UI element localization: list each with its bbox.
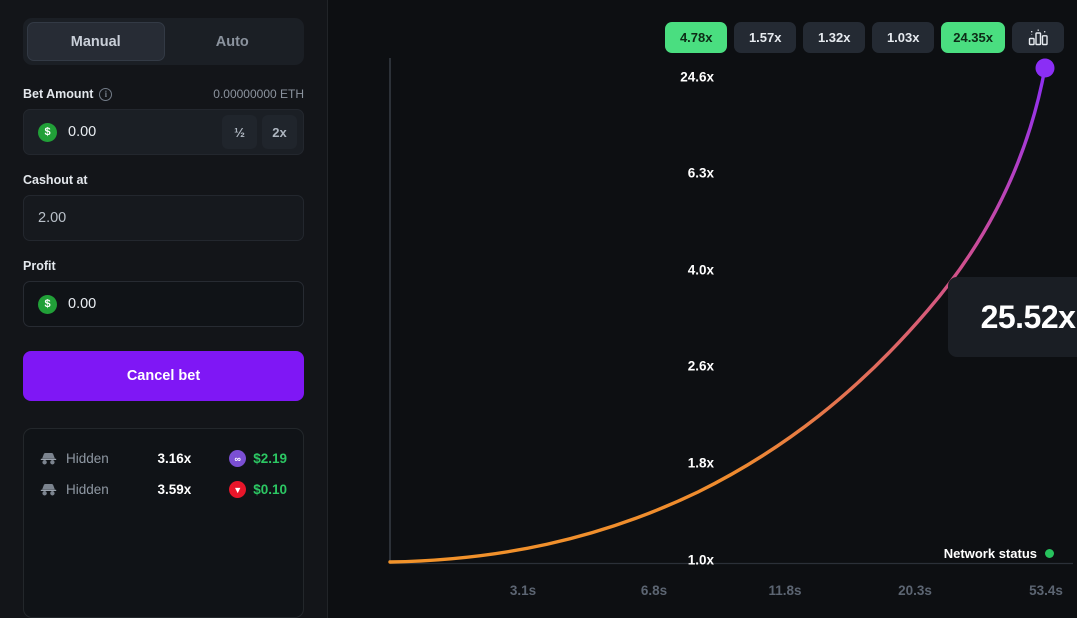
bet-user-cell: Hidden: [40, 482, 158, 497]
tron-coin-icon: ▼: [229, 481, 247, 498]
y-tick-5: 1.0x: [687, 552, 714, 568]
bet-multiplier: 3.16x: [157, 451, 192, 466]
tab-manual[interactable]: Manual: [27, 22, 165, 61]
bet-amount-modifiers: ½ 2x: [222, 115, 297, 149]
tab-auto-label: Auto: [215, 33, 249, 50]
curve-endpoint-dot: [1035, 58, 1055, 78]
y-tick-0: 24.6x: [680, 69, 714, 85]
network-status-label: Network status: [943, 546, 1037, 561]
current-multiplier-display: 25.52x: [948, 277, 1077, 357]
bet-amount-label-group: Bet Amount i: [23, 87, 113, 101]
bet-payout: $0.10: [253, 482, 287, 497]
bet-amount-label: Bet Amount: [23, 87, 94, 101]
incognito-icon: [40, 452, 57, 465]
tab-auto[interactable]: Auto: [165, 22, 301, 61]
x-tick-3: 20.3s: [898, 583, 932, 598]
bet-amount-cell: ∞ $2.19: [229, 450, 287, 467]
double-bet-button[interactable]: 2x: [262, 115, 297, 149]
crash-game-app: Manual Auto Bet Amount i 0.00000000 ETH …: [0, 0, 1077, 618]
halve-bet-button[interactable]: ½: [222, 115, 257, 149]
tab-manual-label: Manual: [70, 33, 121, 50]
bet-amount-label-row: Bet Amount i 0.00000000 ETH: [23, 87, 304, 101]
bet-user-cell: Hidden: [40, 451, 158, 466]
y-tick-4: 1.8x: [687, 455, 714, 471]
network-status[interactable]: Network status: [944, 546, 1054, 561]
profit-field: $ 0.00: [23, 281, 304, 327]
cashout-label-row: Cashout at: [23, 173, 304, 187]
info-icon[interactable]: i: [99, 87, 113, 101]
profit-label: Profit: [23, 259, 56, 273]
dollar-coin-icon: $: [38, 122, 57, 142]
y-tick-2: 4.0x: [687, 262, 714, 278]
bet-amount-balance: 0.00000000 ETH: [213, 87, 304, 101]
x-tick-1: 6.8s: [640, 583, 668, 598]
y-tick-1: 6.3x: [687, 165, 714, 181]
x-tick-0: 3.1s: [509, 583, 537, 598]
bet-payout: $2.19: [253, 451, 287, 466]
bet-amount-input[interactable]: $ 0.00 ½ 2x: [23, 109, 304, 155]
bet-amount-value: 0.00: [68, 124, 97, 140]
table-row[interactable]: Hidden 3.16x ∞ $2.19: [40, 443, 287, 474]
profit-label-row: Profit: [23, 259, 304, 273]
cashout-input[interactable]: 2.00: [23, 195, 304, 241]
bet-amount-cell: ▼ $0.10: [229, 481, 287, 498]
multiplier-curve: [388, 66, 1047, 564]
y-tick-3: 2.6x: [687, 358, 714, 374]
bet-multiplier: 3.59x: [157, 482, 192, 497]
cancel-bet-label: Cancel bet: [126, 368, 201, 384]
bet-user-name: Hidden: [66, 451, 109, 466]
bet-sidebar: Manual Auto Bet Amount i 0.00000000 ETH …: [0, 0, 328, 618]
cashout-label: Cashout at: [23, 173, 88, 187]
current-multiplier-value: 25.52x: [980, 298, 1076, 335]
profit-value: 0.00: [68, 296, 97, 312]
mode-tabs: Manual Auto: [23, 18, 304, 65]
x-tick-2: 11.8s: [768, 583, 802, 598]
cancel-bet-button[interactable]: Cancel bet: [23, 351, 304, 401]
dollar-coin-icon: $: [38, 294, 57, 314]
table-row[interactable]: Hidden 3.59x ▼ $0.10: [40, 474, 287, 505]
incognito-icon: [40, 483, 57, 496]
y-axis-labels: 24.6x 6.3x 4.0x 2.6x 1.8x 1.0x: [668, 0, 714, 618]
chart-area: 4.78x 1.57x 1.32x 1.03x 24.35x 24.6x 6.3…: [328, 0, 1077, 618]
bet-user-name: Hidden: [66, 482, 109, 497]
network-status-dot: [1045, 549, 1054, 558]
active-bets-panel: Hidden 3.16x ∞ $2.19 Hidden 3.59x ▼ $0.1…: [23, 428, 304, 618]
polygon-coin-icon: ∞: [229, 450, 247, 467]
x-tick-4: 53.4s: [1029, 583, 1063, 598]
cashout-value: 2.00: [38, 210, 67, 226]
